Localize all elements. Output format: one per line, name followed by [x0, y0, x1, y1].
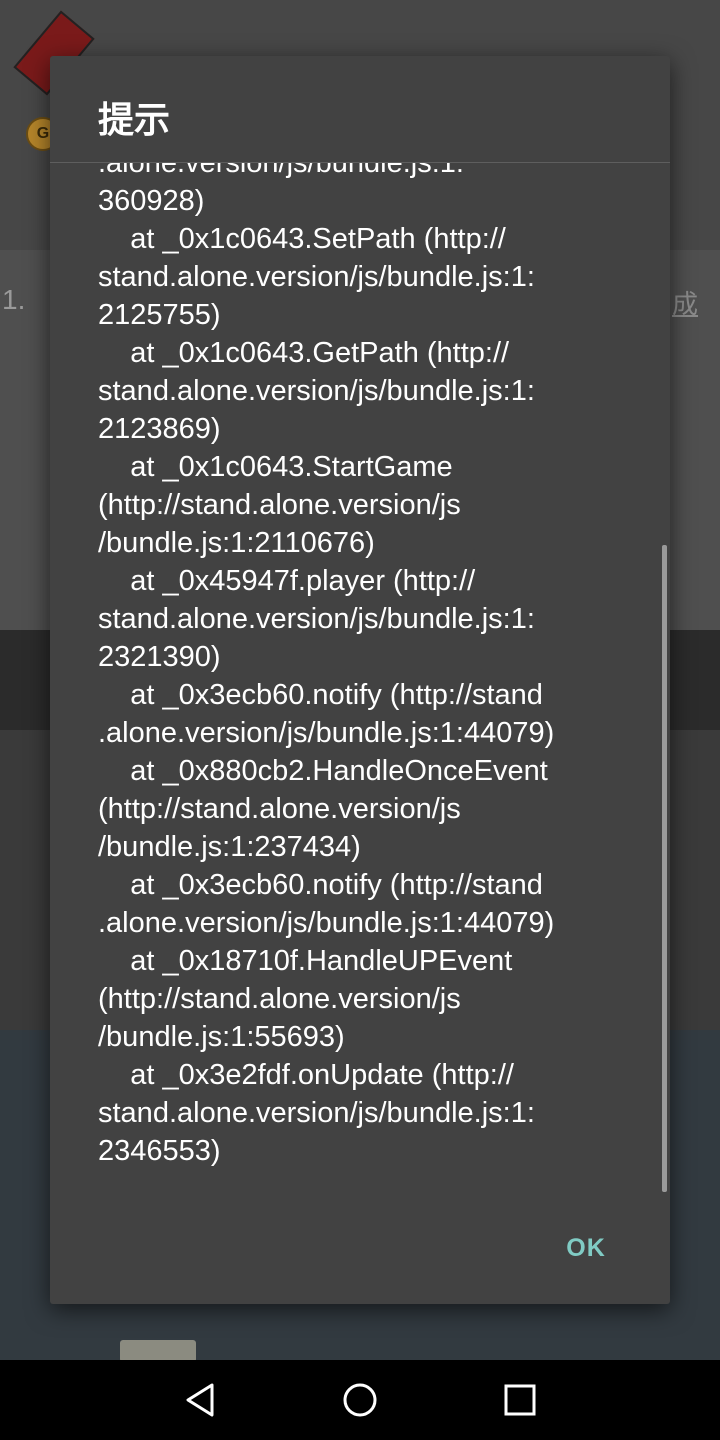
dialog-message: .alone.version/js/bundle.js:1: 360928) a…	[98, 163, 555, 1167]
home-button[interactable]	[320, 1360, 400, 1440]
recents-square-icon	[504, 1384, 536, 1416]
navigation-bar	[0, 1360, 720, 1440]
home-circle-icon	[343, 1383, 377, 1417]
dialog-title: 提示	[98, 100, 171, 141]
alert-dialog: 提示 .alone.version/js/bundle.js:1: 360928…	[50, 56, 670, 1304]
ok-button[interactable]: OK	[546, 1224, 626, 1272]
back-triangle-icon	[186, 1383, 214, 1417]
back-button[interactable]	[160, 1360, 240, 1440]
dialog-message-scroll[interactable]: .alone.version/js/bundle.js:1: 360928) a…	[50, 163, 670, 1193]
background-item	[120, 1340, 196, 1360]
recents-button[interactable]	[480, 1360, 560, 1440]
background-line-number: 1.	[2, 284, 26, 315]
scrollbar-thumb[interactable]	[662, 545, 667, 1192]
background-link-text: 成	[672, 289, 699, 319]
